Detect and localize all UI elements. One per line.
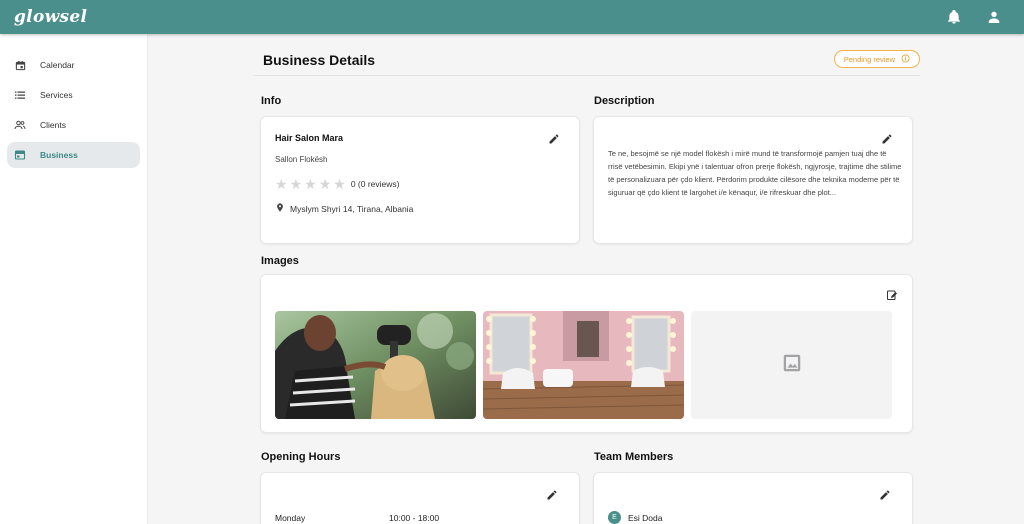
team-card: E Esi Doda: [593, 472, 913, 524]
sidebar-item-business[interactable]: Business: [7, 142, 140, 168]
image-placeholder-icon: [781, 352, 803, 379]
edit-images-button[interactable]: [886, 289, 898, 301]
hours-row: Monday 10:00 - 18:00: [275, 513, 439, 523]
edit-info-button[interactable]: [548, 133, 560, 145]
page-title: Business Details: [263, 52, 376, 68]
pencil-icon: [549, 134, 559, 144]
app-logo[interactable]: glowsel: [14, 7, 87, 27]
list-icon: [14, 89, 26, 101]
user-icon[interactable]: [986, 9, 1002, 25]
opening-hours-card: Monday 10:00 - 18:00: [260, 472, 580, 524]
team-section-title: Team Members: [594, 451, 674, 463]
sidebar-item-clients[interactable]: Clients: [7, 112, 140, 138]
page-header: Business Details Pending review: [254, 46, 920, 76]
images-section-title: Images: [261, 255, 299, 267]
hairdresser-photo[interactable]: [275, 311, 476, 419]
calendar-icon: [14, 59, 26, 71]
salon-interior-photo[interactable]: [483, 311, 684, 419]
business-address: Myslym Shyri 14, Tirana, Albania: [275, 202, 413, 215]
main-content: Business Details Pending review Info Hai…: [148, 34, 1024, 524]
star-icon: ★: [275, 176, 288, 192]
description-text: Te ne, besojmë se një model flokësh i mi…: [608, 149, 902, 197]
top-app-bar: glowsel: [0, 0, 1024, 34]
sidebar-item-services[interactable]: Services: [7, 82, 140, 108]
business-category: Sallon Flokësh: [275, 155, 328, 164]
pencil-icon: [547, 490, 557, 500]
description-card: Te ne, besojmë se një model flokësh i mi…: [593, 116, 913, 244]
edit-description-button[interactable]: [881, 133, 893, 145]
team-member-name: Esi Doda: [628, 512, 663, 523]
location-pin-icon: [275, 202, 285, 215]
edit-team-button[interactable]: [879, 489, 891, 501]
info-icon[interactable]: [901, 54, 910, 65]
pencil-icon: [882, 134, 892, 144]
sidebar-item-label: Business: [40, 150, 78, 160]
reviews-count: 0 (0 reviews): [350, 179, 400, 189]
bell-icon[interactable]: [946, 9, 962, 25]
sidebar-item-calendar[interactable]: Calendar: [7, 52, 140, 78]
business-name: Hair Salon Mara: [275, 133, 344, 143]
address-text: Myslym Shyri 14, Tirana, Albania: [290, 203, 414, 214]
sidebar-item-label: Calendar: [40, 60, 75, 70]
image-placeholder[interactable]: [691, 311, 892, 419]
rating-stars: ★ ★ ★ ★ ★ 0 (0 reviews): [275, 177, 399, 191]
users-icon: [14, 119, 26, 131]
star-icon: ★: [304, 176, 317, 192]
hours-time: 10:00 - 18:00: [389, 513, 440, 523]
sidebar-item-label: Clients: [40, 120, 66, 130]
opening-hours-section-title: Opening Hours: [261, 451, 341, 463]
sidebar-item-label: Services: [40, 90, 73, 100]
edit-hours-button[interactable]: [546, 489, 558, 501]
pencil-icon: [880, 490, 890, 500]
sidebar: Calendar Services Clients Business: [0, 34, 148, 524]
status-badge: Pending review: [833, 50, 920, 68]
description-section-title: Description: [594, 95, 655, 107]
avatar: E: [608, 511, 621, 524]
edit-note-icon: [887, 290, 897, 300]
star-icon: ★: [333, 176, 346, 192]
storefront-icon: [14, 149, 26, 161]
status-badge-label: Pending review: [843, 54, 895, 64]
info-section-title: Info: [261, 95, 282, 107]
info-card: Hair Salon Mara Sallon Flokësh ★ ★ ★ ★ ★…: [260, 116, 580, 244]
star-icon: ★: [318, 176, 332, 192]
star-icon: ★: [289, 176, 303, 192]
hours-day: Monday: [275, 513, 306, 523]
images-card: [260, 274, 913, 433]
team-member[interactable]: E Esi Doda: [608, 511, 663, 524]
